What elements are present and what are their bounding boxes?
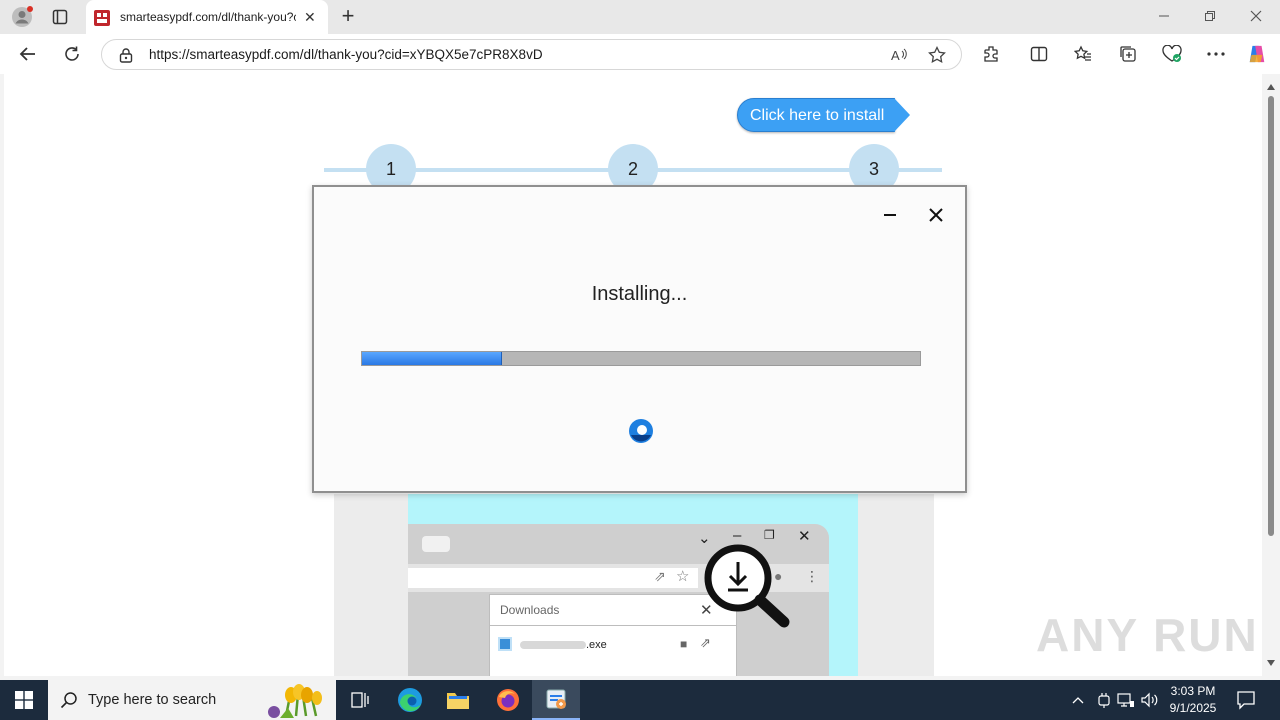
extensions-icon[interactable]	[981, 44, 1001, 64]
split-screen-icon[interactable]	[1029, 44, 1049, 64]
refresh-icon[interactable]	[61, 43, 83, 65]
scroll-up-icon[interactable]	[1267, 84, 1275, 90]
illustration-downloads-panel: Downloads ✕ .exe ■ ⇗	[489, 594, 737, 676]
tab-bar: smarteasypdf.com/dl/thank-you?cid ✕ +	[0, 0, 1280, 34]
copilot-icon[interactable]	[1247, 44, 1267, 64]
close-window-icon[interactable]	[1248, 8, 1264, 24]
loading-spinner-icon	[627, 417, 655, 450]
illustration-menu-icon: ⋮	[805, 568, 819, 584]
new-tab-button[interactable]: +	[336, 5, 360, 29]
scroll-down-icon[interactable]	[1267, 660, 1275, 666]
taskbar-search-box[interactable]: Type here to search	[48, 680, 336, 720]
illustration-restore-icon: ❐	[764, 528, 775, 542]
dialog-close-icon[interactable]	[926, 205, 946, 225]
notifications-icon[interactable]	[1236, 690, 1256, 715]
tab-title: smarteasypdf.com/dl/thank-you?cid	[120, 10, 296, 24]
address-bar[interactable]: https://smarteasypdf.com/dl/thank-you?ci…	[101, 39, 962, 70]
scroll-thumb[interactable]	[1268, 96, 1274, 536]
illustration-star-icon: ☆	[676, 568, 690, 585]
network-icon[interactable]	[1116, 690, 1136, 710]
click-here-to-install-button[interactable]: Click here to install	[737, 98, 910, 132]
collections-icon[interactable]	[1118, 44, 1138, 64]
lock-icon[interactable]	[119, 47, 133, 68]
tab-close-icon[interactable]: ✕	[304, 9, 316, 26]
open-folder-icon: ■	[680, 637, 688, 651]
clock-date: 9/1/2025	[1169, 701, 1217, 715]
search-icon	[60, 691, 78, 714]
volume-icon[interactable]	[1140, 690, 1160, 710]
install-progress-bar	[361, 351, 921, 366]
downloads-divider	[490, 625, 736, 626]
illustration-close-icon: ✕	[798, 528, 811, 545]
site-favicon-icon	[94, 10, 110, 26]
search-highlight-flowers-icon	[262, 682, 334, 720]
firefox-icon[interactable]	[484, 680, 532, 720]
svg-text:A: A	[891, 48, 900, 63]
clock-time: 3:03 PM	[1170, 684, 1216, 698]
edge-taskbar-icon[interactable]	[386, 680, 434, 720]
exe-file-icon	[498, 637, 512, 651]
illustration-tab	[422, 536, 450, 552]
install-status-text: Installing...	[591, 283, 688, 305]
favorites-icon[interactable]	[1073, 44, 1093, 64]
browser-essentials-icon[interactable]	[1162, 44, 1182, 64]
url-text: https://smarteasypdf.com/dl/thank-you?ci…	[149, 47, 543, 62]
profile-avatar-icon[interactable]	[10, 6, 34, 28]
page-viewport: Click here to install 1 2 3 ⌄ – ❐ ✕ ⇗ ☆ …	[4, 74, 1262, 676]
active-tab[interactable]: smarteasypdf.com/dl/thank-you?cid ✕	[86, 0, 328, 34]
system-clock[interactable]: 3:03 PM 9/1/2025	[1160, 683, 1226, 717]
dialog-minimize-icon[interactable]	[880, 205, 900, 225]
device-icon[interactable]	[1094, 690, 1114, 710]
favorite-star-icon[interactable]	[928, 45, 946, 69]
open-external-icon: ⇗	[700, 635, 711, 650]
restore-window-icon[interactable]	[1202, 8, 1218, 24]
illustration-share-icon: ⇗	[654, 568, 666, 584]
show-hidden-icons-icon[interactable]	[1068, 690, 1088, 710]
windows-logo-icon	[15, 691, 33, 709]
blurred-filename	[520, 641, 586, 649]
browser-toolbar: https://smarteasypdf.com/dl/thank-you?ci…	[0, 34, 1280, 74]
installer-dialog: Installing...	[312, 185, 967, 493]
taskbar: Type here to search 3:03 PM 9/1/2025	[0, 680, 1280, 720]
download-file-name: .exe	[586, 639, 607, 651]
back-icon[interactable]	[17, 43, 39, 65]
search-placeholder: Type here to search	[88, 692, 217, 708]
tab-actions-icon[interactable]	[48, 6, 72, 28]
more-options-icon[interactable]	[1206, 44, 1226, 64]
downloads-title: Downloads	[500, 603, 560, 617]
page-scrollbar[interactable]	[1262, 74, 1280, 676]
read-aloud-icon[interactable]: A	[890, 46, 908, 69]
installer-app-taskbar-icon[interactable]	[532, 680, 580, 720]
magnifier-download-icon	[702, 542, 792, 637]
install-progress-fill	[362, 352, 502, 365]
watermark: ANY RUN	[1036, 609, 1259, 661]
task-view-icon[interactable]	[336, 680, 384, 720]
file-explorer-icon[interactable]	[434, 680, 482, 720]
start-button[interactable]	[0, 680, 48, 720]
minimize-window-icon[interactable]	[1156, 8, 1172, 24]
